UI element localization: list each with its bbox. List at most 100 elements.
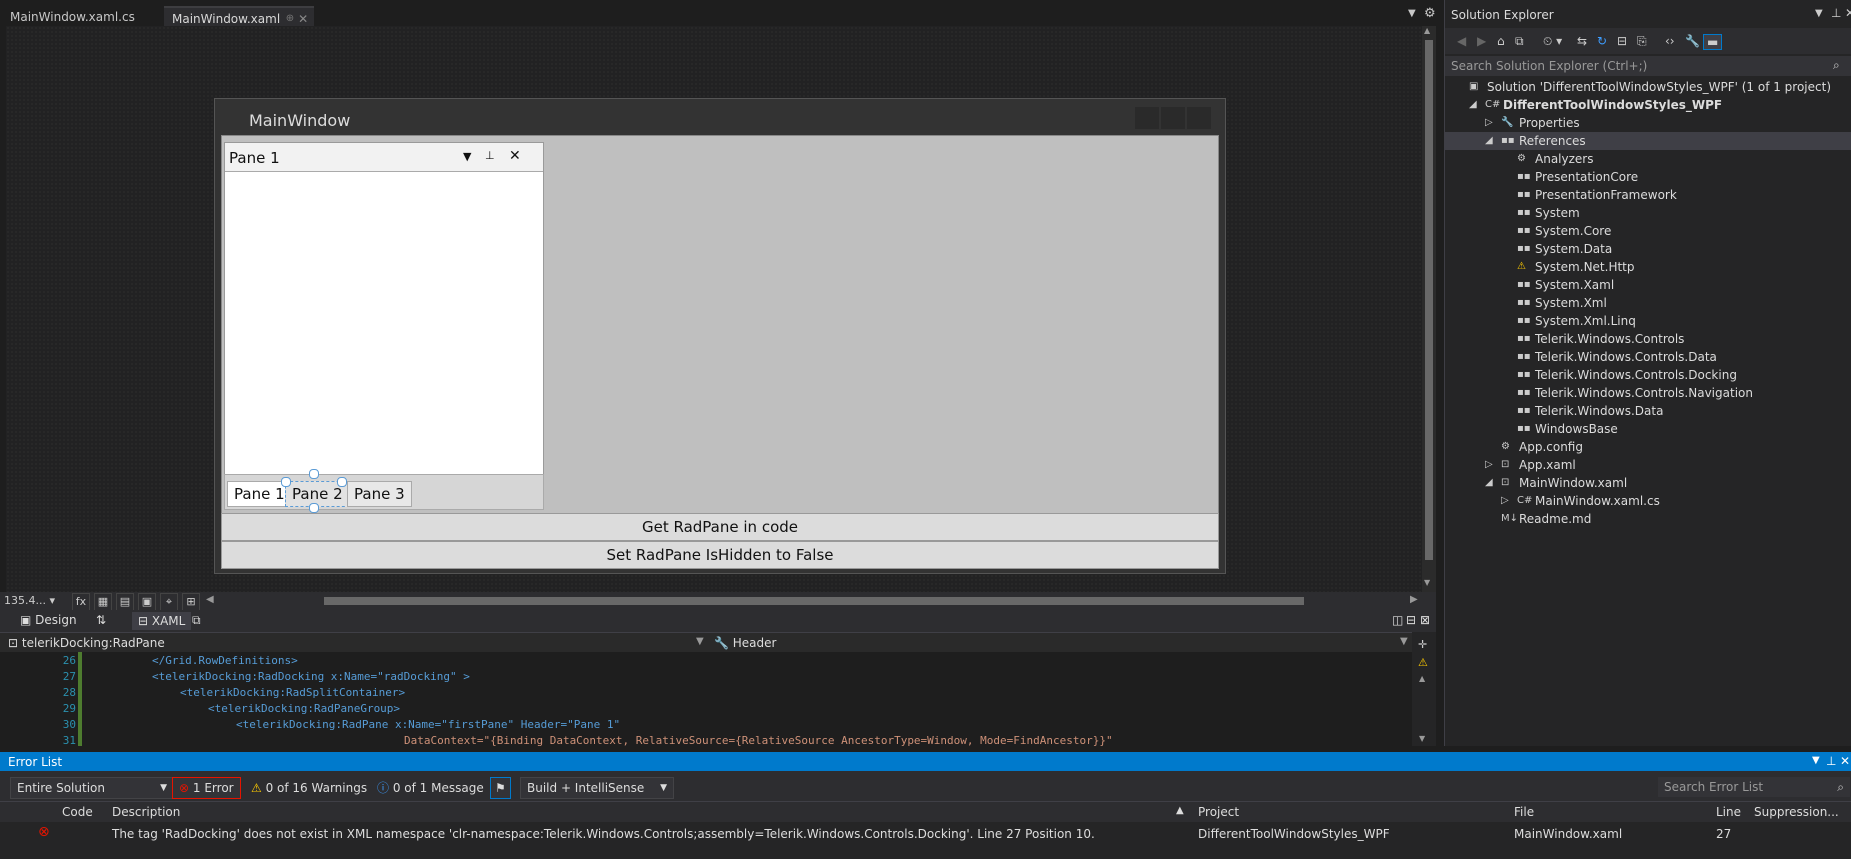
show-all-files-icon[interactable]: ⎘	[1637, 34, 1647, 49]
solution-search[interactable]: Search Solution Explorer (Ctrl+;) ⌕	[1445, 56, 1851, 76]
scroll-down-icon[interactable]: ▼	[1419, 734, 1425, 743]
window-menu-icon[interactable]: ▼	[1812, 755, 1820, 766]
home-icon[interactable]: ⌂	[1497, 34, 1505, 48]
scroll-up-icon[interactable]: ▲	[1419, 674, 1425, 683]
column-suppression[interactable]: Suppression...	[1754, 805, 1839, 819]
split-add-icon[interactable]: ✛	[1418, 638, 1427, 651]
tree-item[interactable]: ▪▪ PresentationFramework	[1445, 186, 1851, 204]
switch-views-icon[interactable]: ⧉	[1515, 34, 1524, 49]
selection-handle[interactable]	[281, 477, 291, 487]
scroll-down-icon[interactable]: ▼	[1424, 578, 1430, 587]
scroll-left-icon[interactable]: ◀	[206, 594, 214, 605]
error-list-search[interactable]: Search Error List ⌕	[1658, 777, 1850, 797]
back-icon[interactable]: ◀	[1457, 34, 1466, 48]
column-description[interactable]: Description	[112, 805, 180, 819]
expanded-arrow-icon[interactable]: ◢	[1485, 132, 1493, 150]
expanded-arrow-icon[interactable]: ◢	[1469, 96, 1477, 114]
set-ishidden-button[interactable]: Set RadPane IsHidden to False	[221, 541, 1219, 569]
element-selector[interactable]: ⊡ telerikDocking:RadPane	[8, 636, 165, 650]
tree-item[interactable]: ▣ Solution 'DifferentToolWindowStyles_WPF…	[1445, 78, 1851, 96]
collapse-pane-icon[interactable]: ⊠	[1420, 613, 1430, 627]
scroll-up-icon[interactable]: ▲	[1424, 26, 1430, 35]
filter-icon[interactable]: ⚑	[490, 777, 511, 799]
split-horizontal-icon[interactable]: ⊟	[1406, 613, 1416, 627]
window-menu-icon[interactable]: ▼	[1815, 8, 1823, 19]
properties-icon[interactable]: 🔧	[1685, 34, 1700, 48]
forward-icon[interactable]: ▶	[1477, 34, 1486, 48]
tree-item[interactable]: M↓ Readme.md	[1445, 510, 1851, 528]
preview-selected-icon[interactable]: ▬	[1703, 34, 1723, 50]
pin-icon[interactable]: ⊥	[1831, 6, 1841, 20]
selection-handle[interactable]	[309, 469, 319, 479]
designer-window-preview[interactable]: MainWindow Pane 1 ▼ ⊥ ✕ Pane 1 Pane 2 Pa…	[214, 98, 1226, 574]
scope-dropdown[interactable]: Entire Solution ▼	[10, 777, 174, 799]
tree-item[interactable]: ▪▪ System.Xml	[1445, 294, 1851, 312]
close-icon[interactable]: ✕	[509, 148, 521, 164]
xaml-tab[interactable]: ⊟ XAML	[132, 612, 192, 630]
refresh-icon[interactable]: ↻	[1597, 34, 1607, 48]
tree-item[interactable]: ⚙ Analyzers	[1445, 150, 1851, 168]
tree-item[interactable]: ▪▪ System.Xml.Linq	[1445, 312, 1851, 330]
scroll-right-icon[interactable]: ▶	[1410, 594, 1418, 605]
tree-item[interactable]: ▪▪ Telerik.Windows.Controls.Docking	[1445, 366, 1851, 384]
close-icon[interactable]: ✕	[1845, 6, 1851, 20]
tree-item[interactable]: ⚙ App.config	[1445, 438, 1851, 456]
pending-changes-icon[interactable]: ⏲ ▾	[1543, 34, 1562, 49]
get-radpane-button[interactable]: Get RadPane in code	[221, 513, 1219, 541]
close-icon[interactable]: ✕	[1840, 754, 1850, 768]
tree-item[interactable]: ◢ ⊡ MainWindow.xaml	[1445, 474, 1851, 492]
design-tab[interactable]: ▣ Design	[20, 613, 77, 627]
tree-item[interactable]: ▪▪ System.Xaml	[1445, 276, 1851, 294]
tree-item[interactable]: ◢ ▪▪ References	[1445, 132, 1851, 150]
tree-item[interactable]: ▷ 🔧 Properties	[1445, 114, 1851, 132]
view-code-icon[interactable]: ‹›	[1665, 34, 1675, 48]
gear-icon[interactable]: ⚙	[1424, 6, 1436, 21]
formula-icon[interactable]: fx	[72, 593, 90, 611]
tree-item[interactable]: ▪▪ System.Core	[1445, 222, 1851, 240]
tree-item[interactable]: ▪▪ System.Data	[1445, 240, 1851, 258]
expand-arrow-icon[interactable]: ▷	[1485, 456, 1493, 474]
snap-lines-icon[interactable]: ⌖	[160, 593, 178, 611]
pane-tab-3[interactable]: Pane 3	[347, 481, 412, 507]
table-row[interactable]: ⊗ The tag 'RadDocking' does not exist in…	[0, 823, 1851, 845]
messages-filter-button[interactable]: ⓘ 0 of 1 Message	[370, 777, 491, 799]
expand-arrow-icon[interactable]: ▷	[1485, 114, 1493, 132]
pane-menu-icon[interactable]: ▼	[463, 150, 471, 163]
warnings-filter-button[interactable]: ⚠ 0 of 16 Warnings	[244, 777, 375, 799]
tree-item[interactable]: ◢ C# DifferentToolWindowStyles_WPF	[1445, 96, 1851, 114]
tree-item[interactable]: ▪▪ System	[1445, 204, 1851, 222]
tree-item[interactable]: ▪▪ Telerik.Windows.Data	[1445, 402, 1851, 420]
tree-item[interactable]: ▪▪ Telerik.Windows.Controls.Data	[1445, 348, 1851, 366]
tab-dropdown-icon[interactable]: ▼	[1408, 8, 1416, 19]
tree-item[interactable]: ▪▪ Telerik.Windows.Controls.Navigation	[1445, 384, 1851, 402]
errors-filter-button[interactable]: ⊗ 1 Error	[172, 777, 241, 799]
xaml-code-editor[interactable]: 26 </Grid.RowDefinitions> 27 <telerikDoc…	[0, 652, 1412, 747]
column-file[interactable]: File	[1514, 805, 1534, 819]
search-icon[interactable]: ⌕	[1833, 58, 1840, 73]
swap-panes-icon[interactable]: ⇅	[96, 613, 106, 627]
pin-icon[interactable]: ⊥	[485, 149, 495, 162]
column-line[interactable]: Line	[1716, 805, 1741, 819]
tab-mainwindow-xaml-cs[interactable]: MainWindow.xaml.cs	[2, 6, 143, 28]
tree-item[interactable]: ▪▪ WindowsBase	[1445, 420, 1851, 438]
rad-pane[interactable]: Pane 1 ▼ ⊥ ✕	[224, 142, 544, 484]
element-dropdown-icon[interactable]: ▼	[696, 636, 704, 647]
code-overview-margin[interactable]: ✛ ⚠ ▲ ▼	[1412, 632, 1436, 746]
sync-icon[interactable]: ⇆	[1577, 34, 1587, 48]
tree-item[interactable]: ▷ C# MainWindow.xaml.cs	[1445, 492, 1851, 510]
designer-vertical-scrollbar[interactable]	[1422, 26, 1436, 592]
scroll-thumb[interactable]	[1425, 40, 1433, 560]
project-code-icon[interactable]: ⊞	[182, 593, 200, 611]
column-project[interactable]: Project	[1198, 805, 1239, 819]
split-vertical-icon[interactable]: ◫	[1392, 613, 1403, 627]
grid-icon[interactable]: ▦	[94, 593, 112, 611]
pin-icon[interactable]: ⊥	[1826, 754, 1836, 768]
property-dropdown-icon[interactable]: ▼	[1400, 636, 1408, 647]
property-selector[interactable]: 🔧 Header	[714, 636, 776, 650]
tree-item[interactable]: ▪▪ PresentationCore	[1445, 168, 1851, 186]
column-code[interactable]: Code	[62, 805, 93, 819]
build-filter-dropdown[interactable]: Build + IntelliSense ▼	[520, 777, 674, 799]
selection-handle[interactable]	[309, 503, 319, 513]
pane-header[interactable]: Pane 1 ▼ ⊥ ✕	[225, 143, 543, 172]
tree-item[interactable]: ⚠ System.Net.Http	[1445, 258, 1851, 276]
